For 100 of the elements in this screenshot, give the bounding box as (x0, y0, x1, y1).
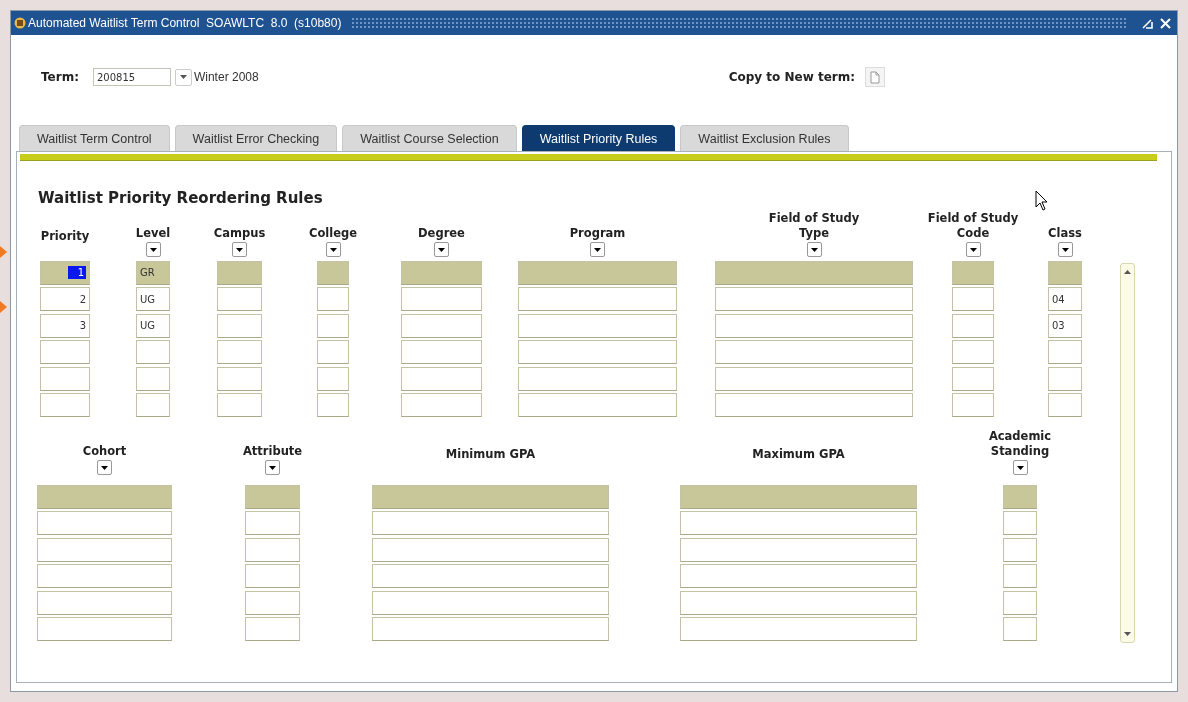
input-field[interactable] (518, 287, 677, 311)
input-field[interactable] (715, 393, 913, 417)
tab[interactable]: Waitlist Priority Rules (521, 125, 676, 151)
input-field[interactable] (245, 590, 300, 615)
dropdown-button[interactable] (590, 242, 605, 257)
input-field[interactable]: GR (136, 260, 170, 285)
input-field[interactable] (372, 537, 609, 562)
input-field[interactable] (518, 340, 677, 364)
input-field[interactable]: 03 (1048, 313, 1082, 338)
input-field[interactable] (680, 484, 917, 509)
input-field[interactable] (372, 590, 609, 615)
input-field[interactable] (37, 511, 172, 535)
dropdown-button[interactable] (1012, 460, 1028, 475)
input-field[interactable] (952, 260, 994, 285)
input-field[interactable] (37, 590, 172, 615)
tab[interactable]: Waitlist Term Control (19, 125, 170, 151)
input-field[interactable] (217, 287, 262, 311)
dropdown-button[interactable] (145, 242, 161, 257)
input-field[interactable]: UG (136, 287, 170, 311)
input-field[interactable] (37, 537, 172, 562)
input-field[interactable] (217, 340, 262, 364)
input-field[interactable] (952, 393, 994, 417)
input-field[interactable] (680, 564, 917, 588)
input-field[interactable] (952, 340, 994, 364)
input-field[interactable] (401, 260, 482, 285)
scroll-up-icon[interactable] (1124, 270, 1131, 274)
input-field[interactable] (317, 340, 349, 364)
input-field[interactable]: 2 (40, 287, 90, 311)
input-field[interactable] (1048, 340, 1082, 364)
input-field[interactable] (1003, 537, 1037, 562)
input-field[interactable] (1003, 484, 1037, 509)
input-field[interactable] (217, 366, 262, 391)
input-field[interactable]: UG (136, 313, 170, 338)
input-field[interactable] (1003, 590, 1037, 615)
input-field[interactable] (37, 484, 172, 509)
input-field[interactable] (245, 511, 300, 535)
input-field[interactable] (1048, 366, 1082, 391)
input-field[interactable] (40, 366, 90, 391)
input-field[interactable]: 3 (40, 313, 90, 338)
input-field[interactable] (136, 393, 170, 417)
input-field[interactable] (136, 366, 170, 391)
input-field[interactable] (245, 484, 300, 509)
input-field[interactable] (217, 260, 262, 285)
dropdown-button[interactable] (97, 460, 112, 475)
input-field[interactable] (680, 537, 917, 562)
input-field[interactable] (715, 313, 913, 338)
input-field[interactable] (518, 366, 677, 391)
dropdown-button[interactable] (1057, 242, 1073, 257)
copy-button[interactable] (865, 67, 885, 87)
input-field[interactable] (37, 617, 172, 641)
input-field[interactable] (1048, 393, 1082, 417)
tab[interactable]: Waitlist Course Selection (342, 125, 517, 151)
tab[interactable]: Waitlist Exclusion Rules (680, 125, 849, 151)
input-field[interactable] (1003, 564, 1037, 588)
input-field[interactable] (317, 393, 349, 417)
input-field[interactable] (401, 313, 482, 338)
input-field[interactable] (245, 564, 300, 588)
scroll-down-icon[interactable] (1124, 632, 1131, 636)
input-field[interactable] (715, 260, 913, 285)
tab[interactable]: Waitlist Error Checking (174, 125, 338, 151)
input-field[interactable] (518, 313, 677, 338)
dropdown-button[interactable] (265, 460, 280, 475)
input-field[interactable]: 04 (1048, 287, 1082, 311)
input-field[interactable] (518, 393, 677, 417)
dropdown-button[interactable] (434, 242, 449, 257)
dropdown-button[interactable] (325, 242, 341, 257)
input-field[interactable] (952, 287, 994, 311)
input-field[interactable] (317, 313, 349, 338)
input-field[interactable] (680, 590, 917, 615)
scrollbar[interactable] (1120, 263, 1135, 643)
input-field[interactable] (715, 366, 913, 391)
input-field[interactable]: 1 (40, 260, 90, 285)
input-field[interactable] (37, 564, 172, 588)
input-field[interactable] (372, 484, 609, 509)
input-field[interactable] (245, 537, 300, 562)
dropdown-button[interactable] (232, 242, 247, 257)
dropdown-button[interactable] (965, 242, 981, 257)
input-field[interactable] (317, 260, 349, 285)
input-field[interactable] (217, 313, 262, 338)
minimize-icon[interactable] (1142, 17, 1153, 29)
input-field[interactable] (715, 287, 913, 311)
input-field[interactable] (245, 617, 300, 641)
input-field[interactable] (372, 511, 609, 535)
input-field[interactable] (401, 287, 482, 311)
input-field[interactable] (401, 366, 482, 391)
input-field[interactable] (1003, 511, 1037, 535)
input-field[interactable] (952, 366, 994, 391)
input-field[interactable] (680, 511, 917, 535)
input-field[interactable] (372, 617, 609, 641)
input-field[interactable] (40, 393, 90, 417)
input-field[interactable] (317, 366, 349, 391)
close-icon[interactable] (1160, 17, 1171, 29)
input-field[interactable] (680, 617, 917, 641)
input-field[interactable] (372, 564, 609, 588)
input-field[interactable] (401, 340, 482, 364)
input-field[interactable] (40, 340, 90, 364)
input-field[interactable] (518, 260, 677, 285)
term-field[interactable]: 200815 (92, 68, 171, 86)
dropdown-button[interactable] (806, 242, 822, 257)
input-field[interactable] (715, 340, 913, 364)
